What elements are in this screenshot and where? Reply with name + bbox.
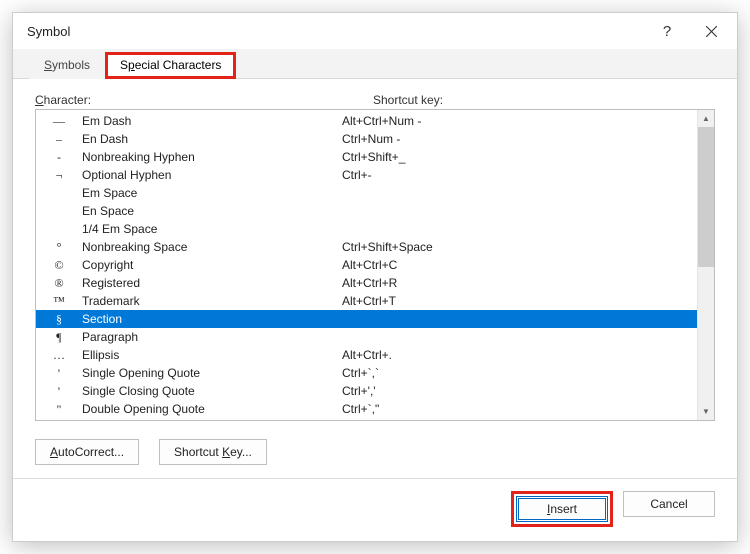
char-shortcut: Ctrl+- [342, 168, 697, 182]
char-name: Registered [82, 276, 342, 290]
list-item[interactable]: Em Space [36, 184, 697, 202]
list-item[interactable]: °Nonbreaking SpaceCtrl+Shift+Space [36, 238, 697, 256]
char-symbol: — [36, 114, 82, 129]
cancel-button[interactable]: Cancel [623, 491, 715, 517]
char-name: Nonbreaking Hyphen [82, 150, 342, 164]
list-item[interactable]: ©CopyrightAlt+Ctrl+C [36, 256, 697, 274]
header-character: Character: [35, 93, 373, 107]
tab-special-characters[interactable]: Special Characters [105, 52, 236, 79]
scroll-up-icon[interactable]: ▲ [698, 110, 714, 127]
char-symbol: … [36, 348, 82, 363]
char-shortcut: Alt+Ctrl+. [342, 348, 697, 362]
autocorrect-button[interactable]: AutoCorrect... [35, 439, 139, 465]
char-shortcut: Ctrl+',' [342, 384, 697, 398]
char-name: Trademark [82, 294, 342, 308]
list-item[interactable]: –En DashCtrl+Num - [36, 130, 697, 148]
char-name: Em Dash [82, 114, 342, 128]
char-name: Optional Hyphen [82, 168, 342, 182]
list-item[interactable]: -Nonbreaking HyphenCtrl+Shift+_ [36, 148, 697, 166]
char-symbol: ' [36, 384, 82, 399]
char-shortcut: Alt+Ctrl+Num - [342, 114, 697, 128]
char-symbol: © [36, 258, 82, 273]
char-name: Section [82, 312, 342, 326]
char-symbol: ® [36, 276, 82, 291]
char-name: Paragraph [82, 330, 342, 344]
help-button[interactable]: ? [647, 17, 687, 45]
char-symbol: – [36, 132, 82, 147]
list-item[interactable]: ™TrademarkAlt+Ctrl+T [36, 292, 697, 310]
char-shortcut: Ctrl+Num - [342, 132, 697, 146]
tab-strip: Symbols Special Characters [13, 49, 737, 79]
dialog-content: Character: Shortcut key: —Em DashAlt+Ctr… [13, 79, 737, 478]
list-item[interactable]: 'Single Opening QuoteCtrl+`,` [36, 364, 697, 382]
char-symbol: ¬ [36, 168, 82, 183]
char-symbol: - [36, 150, 82, 165]
shortcut-key-button[interactable]: Shortcut Key... [159, 439, 267, 465]
char-name: Single Opening Quote [82, 366, 342, 380]
char-name: Single Closing Quote [82, 384, 342, 398]
scrollbar[interactable]: ▲ ▼ [697, 110, 714, 420]
insert-button[interactable]: Insert [516, 496, 608, 522]
dialog-footer: Insert Cancel [13, 478, 737, 541]
list-item[interactable]: §Section [36, 310, 697, 328]
char-symbol: ™ [36, 294, 82, 309]
char-name: Copyright [82, 258, 342, 272]
char-shortcut: Alt+Ctrl+T [342, 294, 697, 308]
list-item[interactable]: —Em DashAlt+Ctrl+Num - [36, 112, 697, 130]
char-symbol: § [36, 312, 82, 327]
scroll-track[interactable] [698, 267, 714, 403]
char-shortcut: Alt+Ctrl+C [342, 258, 697, 272]
char-name: Em Space [82, 186, 342, 200]
char-shortcut: Ctrl+`," [342, 402, 697, 416]
header-shortcut: Shortcut key: [373, 93, 443, 107]
char-shortcut: Ctrl+`,` [342, 366, 697, 380]
char-symbol: " [36, 402, 82, 417]
character-list-body: —Em DashAlt+Ctrl+Num -–En DashCtrl+Num -… [36, 110, 697, 420]
list-item[interactable]: En Space [36, 202, 697, 220]
list-item[interactable]: ®RegisteredAlt+Ctrl+R [36, 274, 697, 292]
dialog-title: Symbol [27, 24, 647, 39]
titlebar: Symbol ? [13, 13, 737, 49]
close-icon [706, 26, 717, 37]
char-shortcut: Ctrl+Shift+_ [342, 150, 697, 164]
insert-highlight: Insert [511, 491, 613, 527]
list-headers: Character: Shortcut key: [35, 93, 715, 107]
list-item[interactable]: "Double Opening QuoteCtrl+`," [36, 400, 697, 418]
character-list[interactable]: —Em DashAlt+Ctrl+Num -–En DashCtrl+Num -… [35, 109, 715, 421]
list-item[interactable]: …EllipsisAlt+Ctrl+. [36, 346, 697, 364]
char-shortcut: Alt+Ctrl+R [342, 276, 697, 290]
tab-symbols[interactable]: Symbols [29, 52, 105, 79]
char-name: 1/4 Em Space [82, 222, 342, 236]
char-symbol: ¶ [36, 330, 82, 345]
scroll-thumb[interactable] [698, 127, 714, 267]
scroll-down-icon[interactable]: ▼ [698, 403, 714, 420]
list-item[interactable]: ¬Optional HyphenCtrl+- [36, 166, 697, 184]
char-name: Nonbreaking Space [82, 240, 342, 254]
list-item[interactable]: 1/4 Em Space [36, 220, 697, 238]
char-symbol: ° [36, 240, 82, 255]
list-item[interactable]: ¶Paragraph [36, 328, 697, 346]
char-shortcut: Ctrl+Shift+Space [342, 240, 697, 254]
symbol-dialog: Symbol ? Symbols Special Characters Char… [12, 12, 738, 542]
close-button[interactable] [691, 17, 731, 45]
secondary-buttons: AutoCorrect... Shortcut Key... [35, 439, 715, 465]
char-name: Ellipsis [82, 348, 342, 362]
char-name: En Space [82, 204, 342, 218]
char-name: Double Opening Quote [82, 402, 342, 416]
char-name: En Dash [82, 132, 342, 146]
list-item[interactable]: 'Single Closing QuoteCtrl+',' [36, 382, 697, 400]
char-symbol: ' [36, 366, 82, 381]
